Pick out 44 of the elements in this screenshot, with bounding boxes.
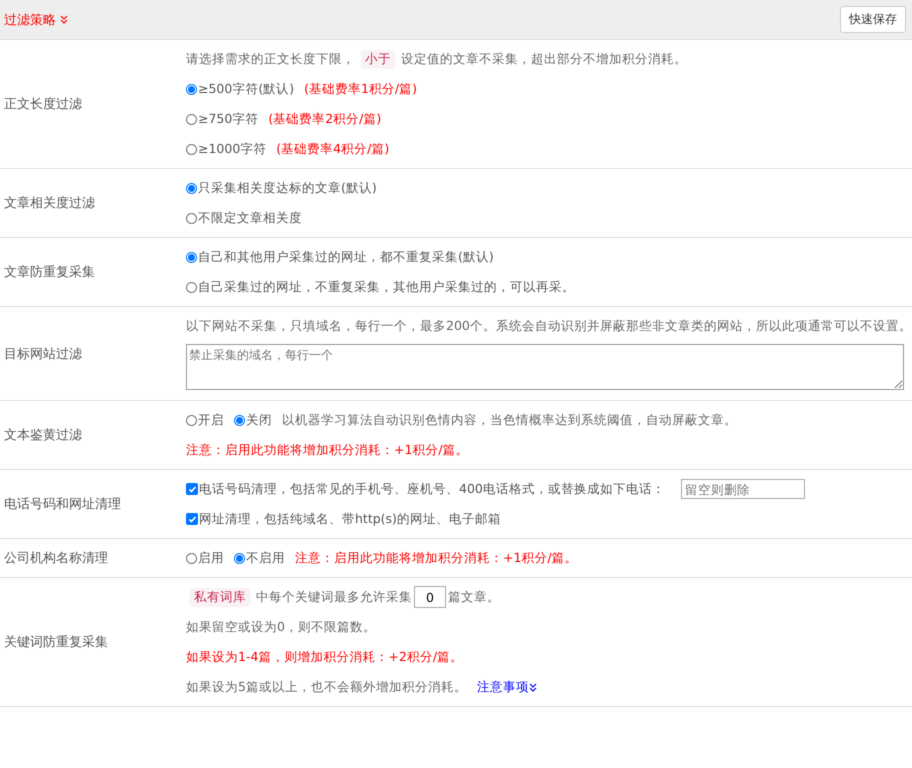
description-text: 中每个关键词最多允许采集 — [256, 588, 412, 606]
description-text: 如果设为5篇或以上，也不会额外增加积分消耗。 — [186, 678, 467, 696]
fee-note: (基础费率2积分/篇) — [268, 110, 382, 128]
row-label: 目标网站过滤 — [3, 346, 83, 364]
radio-option[interactable]: 启用 — [186, 550, 224, 566]
row-label: 公司机构名称清理 — [3, 550, 109, 568]
description-text: 以下网站不采集，只填域名，每行一个，最多200个。系统会自动识别并屏蔽那些非文章类的网站，所以此项通常可以不设置。 — [186, 317, 912, 335]
row-label: 关键词防重复采集 — [3, 634, 109, 652]
double-chevron-icon — [528, 682, 537, 692]
radio-option[interactable]: 不启用 — [234, 550, 285, 566]
fee-note: (基础费率1积分/篇) — [304, 80, 418, 98]
radio-option[interactable]: 自己和其他用户采集过的网址，都不重复采集(默认) — [186, 248, 494, 266]
description-text: 以机器学习算法自动识别色情内容，当色情概率达到系统阈值，自动屏蔽文章。 — [282, 411, 737, 429]
double-chevron-icon — [60, 15, 68, 24]
row-label: 文章防重复采集 — [3, 264, 96, 282]
notes-link[interactable]: 注意事项 — [476, 678, 537, 696]
radio-option[interactable]: 自己采集过的网址，不重复采集，其他用户采集过的，可以再采。 — [186, 278, 575, 296]
checkbox-option[interactable]: 电话号码清理，包括常见的手机号、座机号、400电话格式，或替换成如下电话： — [186, 480, 665, 498]
checkbox-option[interactable]: 网址清理，包括纯域名、带http(s)的网址、电子邮箱 — [186, 510, 501, 528]
row-label: 文本鉴黄过滤 — [3, 427, 83, 445]
row-label: 文章相关度过滤 — [3, 195, 96, 213]
fee-note: 注意：启用此功能将增加积分消耗：+1积分/篇。 — [186, 442, 469, 458]
fee-note: (基础费率4积分/篇) — [276, 140, 390, 158]
row-label: 正文长度过滤 — [3, 96, 83, 114]
quick-save-button[interactable]: 快速保存 — [840, 6, 906, 33]
description-text: 设定值的文章不采集，超出部分不增加积分消耗。 — [401, 50, 687, 68]
count-input-field[interactable]: 0 — [414, 586, 446, 608]
radio-option[interactable]: 开启 — [186, 412, 224, 428]
row-label: 电话号码和网址清理 — [3, 496, 122, 514]
radio-option[interactable]: 不限定文章相关度 — [186, 210, 302, 226]
keyword-tag: 小于 — [361, 50, 395, 68]
radio-option[interactable]: 只采集相关度达标的文章(默认) — [186, 180, 377, 196]
fee-note: 如果设为1-4篇，则增加积分消耗：+2积分/篇。 — [186, 648, 464, 666]
description-text: 请选择需求的正文长度下限， — [186, 50, 355, 68]
radio-option[interactable]: 关闭 — [234, 412, 272, 428]
radio-option[interactable]: ≥750字符 — [186, 110, 258, 128]
radio-option[interactable]: ≥500字符(默认) — [186, 80, 294, 98]
keyword-tag: 私有词库 — [190, 588, 250, 606]
fee-note: 注意：启用此功能将增加积分消耗：+1积分/篇。 — [295, 550, 578, 566]
description-text: 篇文章。 — [448, 588, 500, 606]
domain-textarea[interactable]: 禁止采集的域名，每行一个 — [186, 344, 904, 390]
radio-option[interactable]: ≥1000字符 — [186, 140, 266, 158]
phone-input-field[interactable]: 留空则删除 — [680, 479, 805, 499]
description-text: 如果留空或设为0，则不限篇数。 — [186, 618, 376, 636]
